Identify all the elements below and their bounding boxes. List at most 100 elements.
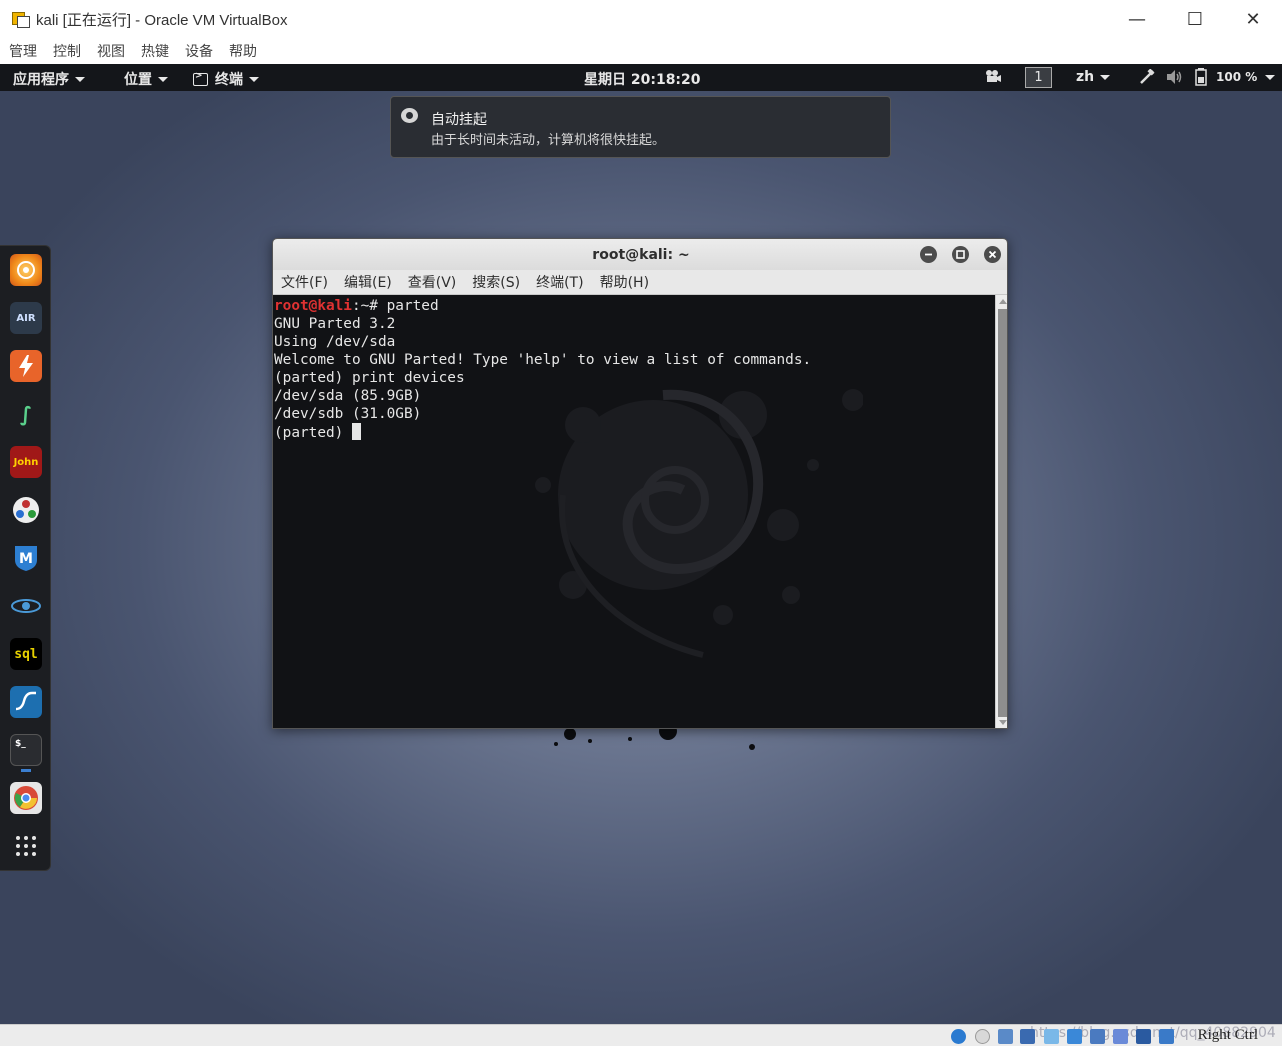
host-menubar: 管理 控制 视图 热键 设备 帮助	[0, 38, 1282, 64]
chevron-down-icon	[1265, 74, 1276, 80]
audio-icon[interactable]	[998, 1029, 1013, 1044]
terminal-icon	[193, 71, 208, 86]
host-menu-help[interactable]: 帮助	[229, 41, 257, 61]
network-icon[interactable]	[1020, 1029, 1035, 1044]
places-label: 位置	[124, 72, 152, 88]
text-cursor	[351, 423, 361, 440]
video-camera-icon[interactable]	[985, 69, 1002, 87]
chevron-down-icon	[75, 76, 85, 82]
chevron-down-icon	[249, 76, 259, 82]
host-window-controls: — ☐ ✕	[1108, 0, 1282, 38]
netdiscover-icon[interactable]	[10, 590, 42, 622]
clock-warning-icon	[401, 108, 418, 123]
host-titlebar: kali [正在运行] - Oracle VM VirtualBox — ☐ ✕	[0, 0, 1282, 38]
output-line: /dev/sda (85.9GB)	[274, 388, 422, 404]
terminal-menu-edit[interactable]: 编辑(E)	[344, 272, 392, 292]
maximize-button[interactable]: ☐	[1166, 0, 1224, 38]
host-menu-hotkey[interactable]: 热键	[141, 41, 169, 61]
terminal-menubar: 文件(F) 编辑(E) 查看(V) 搜索(S) 终端(T) 帮助(H)	[273, 270, 1007, 295]
scrollbar-thumb[interactable]	[998, 309, 1007, 717]
terminal-menu-file[interactable]: 文件(F)	[281, 272, 328, 292]
terminal-maximize-button[interactable]	[952, 246, 969, 263]
applications-menu[interactable]: 应用程序	[13, 69, 85, 89]
dash-dock: AIR ∫ John M sql $_	[0, 245, 51, 871]
prompt-user: root@kali	[274, 298, 352, 314]
terminal-output[interactable]: root@kali:~# parted GNU Parted 3.2 Using…	[273, 295, 995, 728]
terminal-titlebar[interactable]: root@kali: ~	[273, 239, 1007, 270]
terminal-close-button[interactable]	[984, 246, 1001, 263]
maltego-icon[interactable]	[10, 494, 42, 526]
system-menu[interactable]: 100 %	[1216, 70, 1276, 84]
workspace-indicator[interactable]: 1	[1025, 67, 1052, 88]
host-menu-control[interactable]: 控制	[53, 41, 81, 61]
terminal-menu-view[interactable]: 查看(V)	[408, 272, 457, 292]
terminal-title: root@kali: ~	[592, 246, 690, 263]
output-line: Using /dev/sda	[274, 334, 396, 350]
host-menu-view[interactable]: 视图	[97, 41, 125, 61]
burpsuite-icon[interactable]	[10, 350, 42, 382]
scroll-up-icon[interactable]	[999, 299, 1007, 304]
host-key-label: Right Ctrl	[1197, 1027, 1258, 1043]
terminal-scrollbar[interactable]	[995, 295, 1007, 728]
display-icon[interactable]	[1090, 1029, 1105, 1044]
host-window-title: kali [正在运行] - Oracle VM VirtualBox	[36, 11, 288, 29]
language-label: zh	[1076, 69, 1095, 85]
video-capture-icon[interactable]	[1113, 1029, 1128, 1044]
chromium-icon[interactable]	[10, 782, 42, 814]
scroll-down-icon[interactable]	[999, 720, 1007, 725]
terminal-text: root@kali:~# parted GNU Parted 3.2 Using…	[273, 295, 995, 442]
terminal-menu-terminal[interactable]: 终端(T)	[536, 272, 583, 292]
chevron-down-icon	[158, 76, 168, 82]
guest-desktop: 应用程序 位置 终端 星期日 20:18:20 1 zh 100 %	[0, 64, 1282, 1024]
command-text: parted	[386, 298, 439, 314]
svg-text:M: M	[19, 551, 33, 567]
clock-label: 星期日 20:18:20	[584, 72, 701, 88]
clock[interactable]: 星期日 20:18:20	[584, 69, 701, 89]
current-prompt: (parted)	[274, 425, 352, 441]
shared-folder-icon[interactable]	[1067, 1029, 1082, 1044]
terminal-menu-search[interactable]: 搜索(S)	[472, 272, 520, 292]
prompt-separator: :~#	[351, 298, 387, 314]
output-line: (parted) print devices	[274, 370, 465, 386]
notification-body: 由于长时间未活动，计算机将很快挂起。	[431, 133, 666, 148]
close-button[interactable]: ✕	[1224, 0, 1282, 38]
metasploit-icon[interactable]: M	[10, 542, 42, 574]
running-indicator	[21, 769, 31, 772]
john-icon[interactable]: John	[10, 446, 42, 478]
host-statusbar: https://blog.csdn.net/qq_40882904 Right …	[0, 1024, 1282, 1046]
host-menu-devices[interactable]: 设备	[185, 41, 213, 61]
notification-title: 自动挂起	[431, 112, 487, 128]
keyboard-capture-icon[interactable]	[1159, 1029, 1174, 1044]
output-line: /dev/sdb (31.0GB)	[274, 406, 422, 422]
applications-label: 应用程序	[13, 72, 69, 88]
faraday-icon[interactable]: ∫	[10, 398, 42, 430]
aircrack-icon[interactable]: AIR	[10, 302, 42, 334]
language-menu[interactable]: zh	[1076, 69, 1111, 85]
host-menu-manage[interactable]: 管理	[9, 41, 37, 61]
sqlmap-icon[interactable]: sql	[10, 638, 42, 670]
terminal-dock-icon[interactable]: $_	[10, 734, 42, 766]
wireshark-icon[interactable]	[10, 686, 42, 718]
firefox-icon[interactable]	[10, 254, 42, 286]
battery-icon[interactable]	[1195, 68, 1207, 90]
volume-icon[interactable]	[1166, 69, 1182, 89]
places-menu[interactable]: 位置	[124, 69, 168, 89]
suspend-notification[interactable]: 自动挂起 由于长时间未活动，计算机将很快挂起。	[390, 96, 891, 158]
terminal-menu-help[interactable]: 帮助(H)	[600, 272, 649, 292]
terminal-minimize-button[interactable]	[920, 246, 937, 263]
virtualbox-app-icon	[12, 10, 30, 28]
terminal-app-menu[interactable]: 终端	[193, 69, 259, 89]
battery-percent: 100 %	[1216, 70, 1258, 84]
minimize-button[interactable]: —	[1108, 0, 1166, 38]
terminal-app-label: 终端	[215, 72, 243, 88]
chevron-down-icon	[1100, 74, 1111, 80]
cpu-icon[interactable]	[1136, 1029, 1151, 1044]
output-line: GNU Parted 3.2	[274, 316, 396, 332]
terminal-window: root@kali: ~ 文件(F) 编辑(E) 查看(V) 搜索(S) 终端(…	[272, 238, 1008, 729]
optical-drive-icon[interactable]	[975, 1029, 990, 1044]
usb-icon[interactable]	[1044, 1029, 1059, 1044]
show-applications-icon[interactable]	[10, 830, 42, 862]
hard-disk-icon[interactable]	[951, 1029, 966, 1044]
output-line: Welcome to GNU Parted! Type 'help' to vi…	[274, 352, 812, 368]
wired-network-icon[interactable]	[1139, 68, 1155, 89]
